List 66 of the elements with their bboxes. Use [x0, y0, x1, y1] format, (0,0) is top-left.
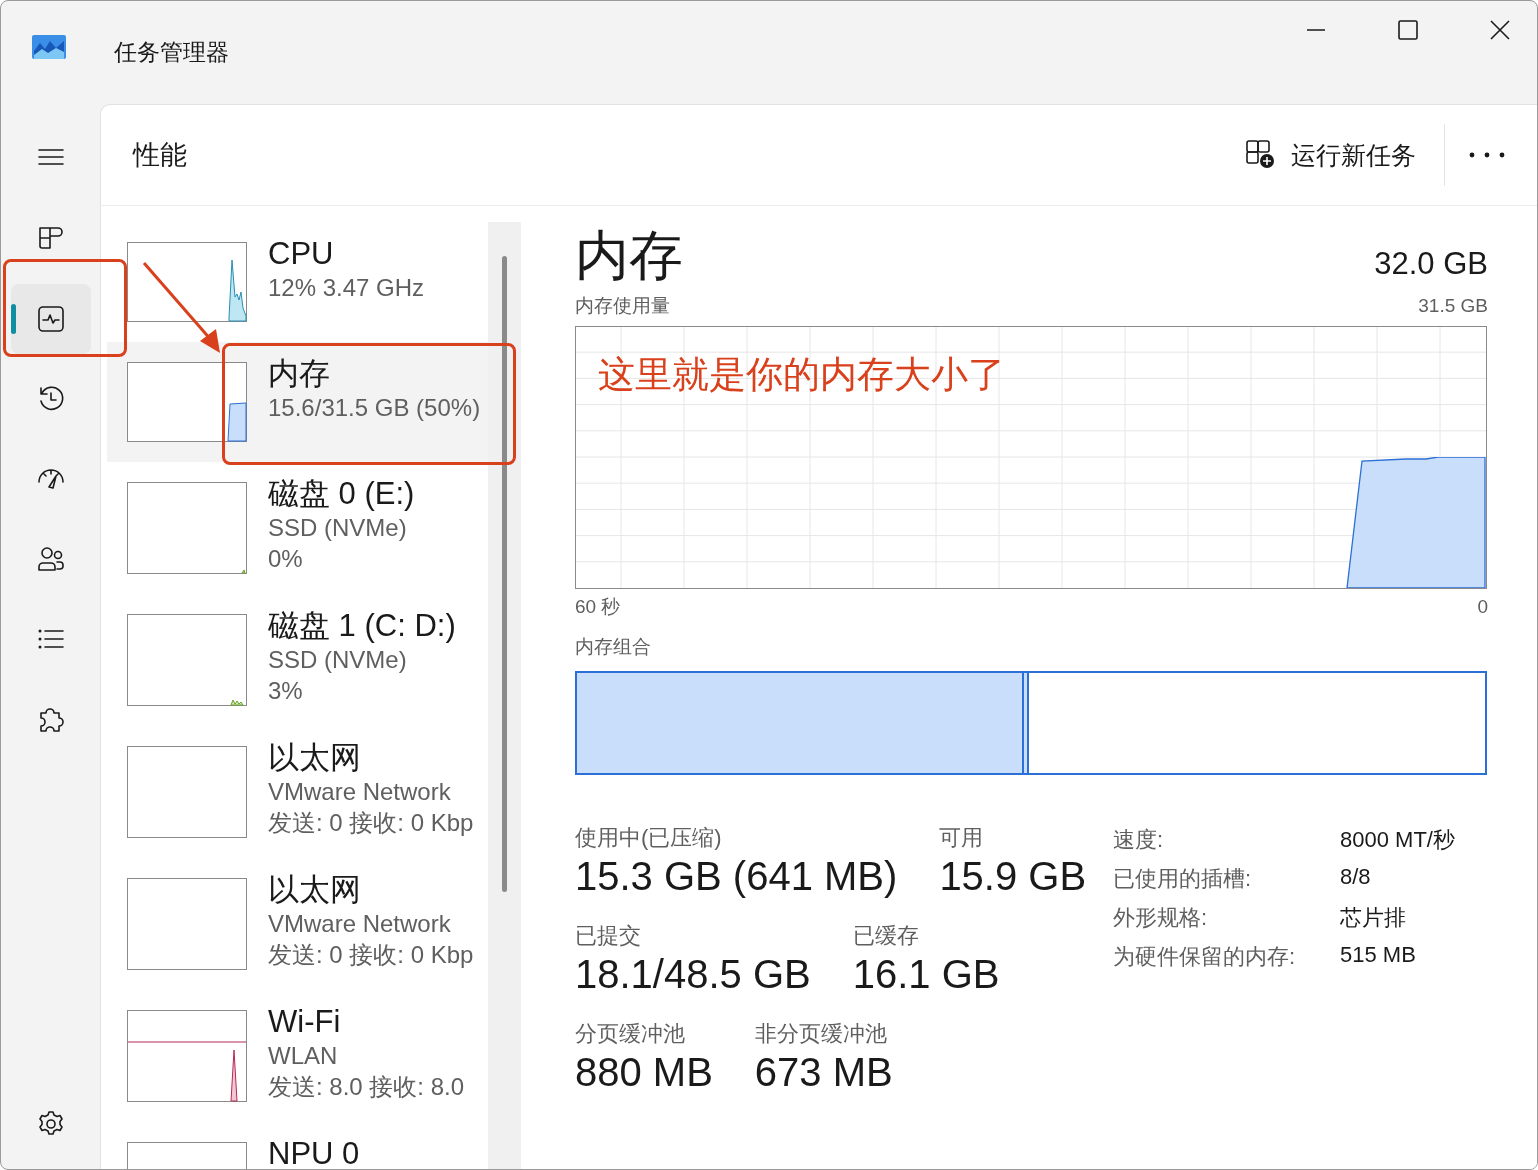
selection-indicator	[10, 304, 16, 334]
property-value: 8000 MT/秒	[1340, 826, 1455, 854]
stat-value: 880 MB	[575, 1049, 713, 1096]
app-icon	[32, 35, 66, 59]
device-info: 12% 3.47 GHz	[268, 273, 425, 303]
stat-label: 非分页缓冲池	[754, 1021, 888, 1047]
stat-value: 18.1/48.5 GB	[575, 951, 811, 998]
users-icon	[35, 544, 66, 574]
device-info: 15.6/31.5 GB (50%)	[268, 393, 481, 423]
device-item[interactable]: 内存 15.6/31.5 GB (50%)	[107, 342, 488, 462]
property-value: 515 MB	[1340, 942, 1417, 969]
device-info: SSD (NVMe)	[268, 513, 408, 543]
stat-value: 15.3 GB (641 MB)	[575, 853, 898, 900]
device-info: 发送: 8.0 接收: 8.0	[268, 1072, 465, 1102]
device-name: 磁盘 1 (C: D:)	[268, 608, 456, 644]
run-task-button[interactable]: 运行新任务	[1235, 132, 1426, 178]
device-info: WLAN	[268, 1041, 339, 1071]
stat-label: 使用中(已压缩)	[575, 825, 723, 851]
new-task-icon	[1245, 139, 1277, 171]
pulse-icon	[35, 304, 66, 334]
window-title: 任务管理器	[114, 38, 229, 67]
page-title: 性能	[133, 139, 187, 172]
scrollbar-thumb[interactable]	[502, 256, 507, 892]
device-name: 以太网	[268, 872, 362, 908]
device-info: SSD (NVMe)	[268, 645, 408, 675]
stat-label: 已缓存	[852, 923, 920, 949]
device-name: CPU	[268, 236, 335, 272]
axis-label: 0	[1477, 595, 1488, 619]
section-title: 内存	[575, 224, 683, 287]
device-item[interactable]: CPU 12% 3.47 GHz	[107, 222, 488, 342]
device-item[interactable]: NPU 0	[107, 1122, 488, 1169]
property-label: 为硬件保留的内存:	[1113, 943, 1297, 971]
device-info: VMware Network	[268, 777, 452, 807]
device-info: 发送: 0 接收: 0 Kbp	[268, 808, 474, 838]
device-item[interactable]: 以太网 VMware Network 发送: 0 接收: 0 Kbp	[107, 858, 488, 990]
property-label: 已使用的插槽:	[1113, 865, 1253, 893]
device-name: 磁盘 0 (E:)	[268, 476, 415, 512]
stat-value: 15.9 GB	[939, 853, 1087, 900]
stat-value: 673 MB	[754, 1049, 893, 1096]
property-label: 速度:	[1113, 826, 1165, 854]
device-item[interactable]: 磁盘 0 (E:) SSD (NVMe) 0%	[107, 462, 488, 594]
property-value: 8/8	[1340, 864, 1372, 891]
device-info: 0%	[268, 544, 304, 574]
device-name: NPU 0	[268, 1136, 360, 1169]
device-name: 内存	[268, 356, 331, 392]
device-info: 3%	[268, 676, 304, 706]
nav-item[interactable]	[10, 284, 91, 354]
device-name: Wi-Fi	[268, 1004, 342, 1040]
stat-value: 16.1 GB	[852, 951, 1000, 998]
device-item[interactable]: Wi-Fi WLAN 发送: 8.0 接收: 8.0	[107, 990, 488, 1122]
annotation-text: 这里就是你的内存大小了	[598, 353, 1005, 397]
device-item[interactable]: 磁盘 1 (C: D:) SSD (NVMe) 3%	[107, 594, 488, 726]
axis-label: 60 秒	[575, 595, 621, 619]
device-info: VMware Network	[268, 909, 452, 939]
stat-label: 分页缓冲池	[575, 1021, 686, 1047]
device-info: 发送: 0 接收: 0 Kbp	[268, 940, 474, 970]
graph-label: 内存使用量	[575, 294, 670, 318]
graph-max: 31.5 GB	[1418, 294, 1488, 318]
device-name: 以太网	[268, 740, 362, 776]
property-label: 外形规格:	[1113, 904, 1209, 932]
device-item[interactable]: 以太网 VMware Network 发送: 0 接收: 0 Kbp	[107, 726, 488, 858]
stat-label: 可用	[939, 825, 985, 851]
stat-label: 已提交	[575, 923, 642, 949]
total-memory: 32.0 GB	[1374, 246, 1488, 282]
property-value: 芯片排	[1340, 904, 1407, 932]
graph-label: 内存组合	[575, 635, 652, 659]
